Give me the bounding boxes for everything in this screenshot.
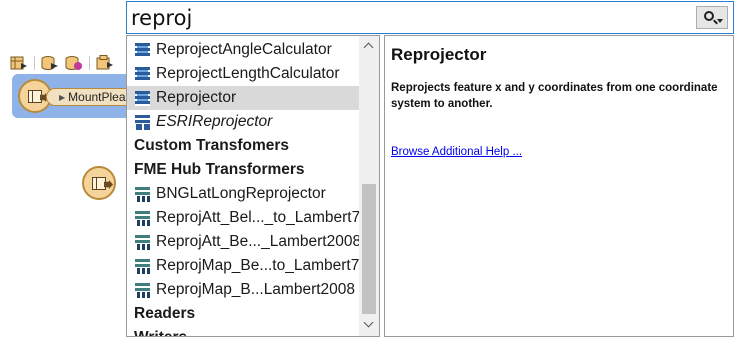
toolbar-separator [89,56,90,70]
result-item-label: ReprojAtt_Be..._Lambert2008 [156,233,362,250]
chevron-down-icon [717,19,723,23]
transformer-icon [135,66,150,82]
hub-transformer-icon [135,210,150,226]
toolbar-separator [34,56,35,70]
result-item-label: BNGLatLongReprojector [156,185,326,202]
result-item-label: Custom Transfomers [134,137,290,154]
add-reader-icon[interactable] [41,55,59,71]
search-options-button[interactable] [696,6,728,29]
scroll-thumb[interactable] [362,184,376,314]
canvas-node-icon[interactable] [82,166,116,200]
results-scrollbar[interactable] [359,36,379,336]
esri-transformer-icon [135,114,150,130]
hub-transformer-icon [135,282,150,298]
result-item-label: ReprojMap_Be...to_Lambert72 [156,257,368,274]
transformer-icon [135,90,150,106]
results-list: ReprojectAngleCalculator ReprojectLengthC… [127,38,369,336]
scroll-down-button[interactable] [359,316,379,336]
canvas-toolbar [10,52,114,74]
transformer-icon [135,42,150,58]
result-item-label: ReprojectAngleCalculator [156,41,332,58]
result-item[interactable]: ReprojectLengthCalculator [127,62,359,86]
result-item-label: Readers [134,305,196,322]
result-item[interactable]: ReprojectAngleCalculator [127,38,359,62]
result-item-label: ReprojectLengthCalculator [156,65,340,82]
result-item[interactable]: BNGLatLongReprojector [127,182,359,206]
hub-transformer-icon [135,258,150,274]
search-icon [704,11,714,21]
result-section-header: Readers [127,302,359,326]
result-item[interactable]: ReprojAtt_Be..._Lambert2008 [127,230,362,254]
result-item[interactable]: ReprojMap_Be...to_Lambert72 [127,254,368,278]
scroll-up-button[interactable] [359,36,379,56]
quick-add-search-bar [126,1,734,34]
result-item-label: Writers [134,329,187,336]
add-table-icon[interactable] [10,55,28,71]
result-item[interactable]: ReprojMap_B...Lambert2008 [127,278,359,302]
result-section-header: FME Hub Transformers [127,158,359,182]
result-item-label: ESRIReprojector [156,113,273,130]
add-dataset-icon[interactable] [96,55,114,71]
help-title: Reprojector [391,45,487,64]
browse-help-link[interactable]: Browse Additional Help ... [391,146,522,158]
result-item[interactable]: ESRIReprojector [127,110,359,134]
hub-transformer-icon [135,186,150,202]
results-panel: ReprojectAngleCalculator ReprojectLengthC… [126,35,380,337]
help-description: Reprojects feature x and y coordinates f… [391,82,718,110]
add-writer-icon[interactable] [65,55,83,71]
result-item-label: ReprojAtt_Bel..._to_Lambert72 [156,209,369,226]
result-section-header: Custom Transfomers [127,134,359,158]
result-item-label: Reprojector [156,89,237,106]
result-item[interactable]: Reprojector [127,86,359,110]
result-item-label: FME Hub Transformers [134,161,305,178]
result-section-header: Writers [127,326,359,336]
help-panel: Reprojector Reprojects feature x and y c… [384,35,734,337]
search-input[interactable] [131,4,691,32]
result-item-label: ReprojMap_B...Lambert2008 [156,281,356,298]
hub-transformer-icon [135,234,150,250]
result-item[interactable]: ReprojAtt_Bel..._to_Lambert72 [127,206,369,230]
